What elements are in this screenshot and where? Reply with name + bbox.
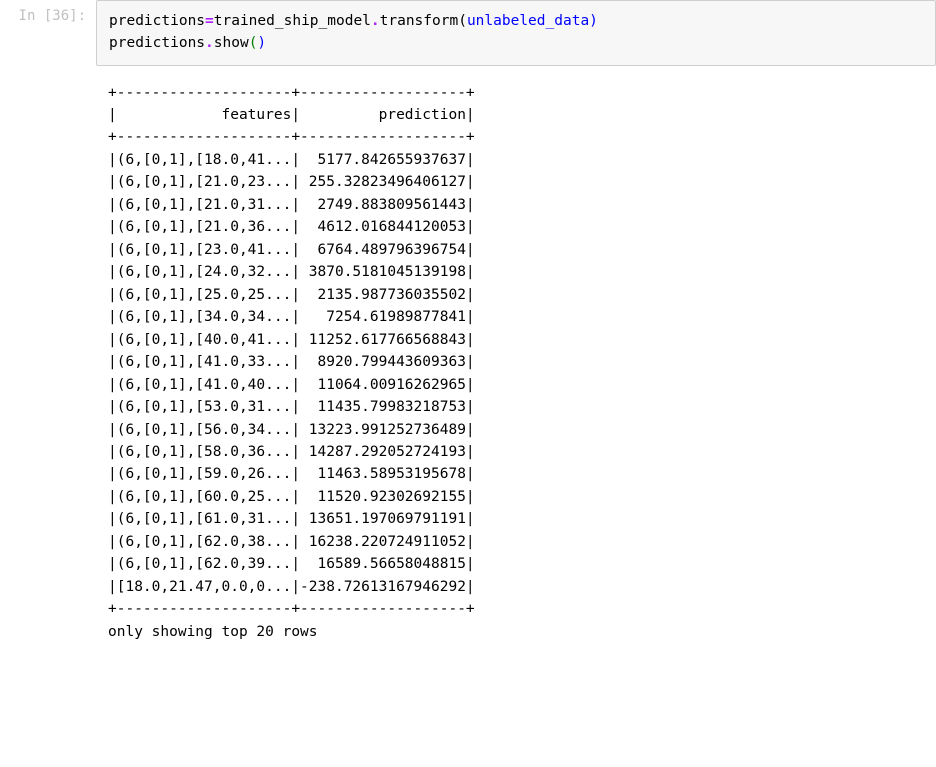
- input-prompt: In [36]:: [0, 0, 96, 24]
- table-row: |(6,[0,1],[21.0,31...| 2749.883809561443…: [108, 197, 475, 213]
- table-row: |(6,[0,1],[62.0,39...| 16589.56658048815…: [108, 556, 475, 572]
- code-token: .: [371, 13, 380, 29]
- table-row: |(6,[0,1],[41.0,33...| 8920.799443609363…: [108, 354, 475, 370]
- table-row: |(6,[0,1],[59.0,26...| 11463.58953195678…: [108, 466, 475, 482]
- code-token: =: [205, 13, 214, 29]
- table-row: |(6,[0,1],[53.0,31...| 11435.79983218753…: [108, 399, 475, 415]
- code-token: trained_ship_model: [214, 13, 371, 29]
- code-token: predictions: [109, 35, 205, 51]
- table-row: |(6,[0,1],[23.0,41...| 6764.489796396754…: [108, 242, 475, 258]
- code-token: show: [214, 35, 249, 51]
- table-row: |(6,[0,1],[41.0,40...| 11064.00916262965…: [108, 377, 475, 393]
- code-input[interactable]: predictions=trained_ship_model.transform…: [96, 0, 936, 66]
- table-row: |(6,[0,1],[40.0,41...| 11252.61776656884…: [108, 332, 475, 348]
- table-border: +--------------------+------------------…: [108, 85, 475, 101]
- code-token: .: [205, 35, 214, 51]
- table-footer: only showing top 20 rows: [108, 624, 318, 640]
- table-row: |[18.0,21.47,0.0,0...|-238.7261316794629…: [108, 579, 475, 595]
- table-row: |(6,[0,1],[56.0,34...| 13223.99125273648…: [108, 422, 475, 438]
- table-border: +--------------------+------------------…: [108, 601, 475, 617]
- table-row: |(6,[0,1],[21.0,36...| 4612.016844120053…: [108, 219, 475, 235]
- code-token: ): [257, 35, 266, 51]
- table-row: |(6,[0,1],[58.0,36...| 14287.29205272419…: [108, 444, 475, 460]
- code-token: unlabeled_data: [467, 13, 589, 29]
- table-row: |(6,[0,1],[18.0,41...| 5177.842655937637…: [108, 152, 475, 168]
- table-row: |(6,[0,1],[34.0,34...| 7254.61989877841|: [108, 309, 475, 325]
- stdout-output: +--------------------+------------------…: [96, 78, 936, 652]
- output-row: +--------------------+------------------…: [0, 66, 936, 652]
- prompt-in-label: In: [19, 8, 44, 24]
- notebook-cell: In [36]: predictions=trained_ship_model.…: [0, 0, 936, 66]
- prompt-exec-count: 36: [52, 8, 69, 24]
- code-token: predictions: [109, 13, 205, 29]
- code-token: ): [589, 13, 598, 29]
- table-row: |(6,[0,1],[60.0,25...| 11520.92302692155…: [108, 489, 475, 505]
- code-token: transform: [380, 13, 459, 29]
- table-header: | features| prediction|: [108, 107, 475, 123]
- code-token: (: [458, 13, 467, 29]
- table-row: |(6,[0,1],[21.0,23...| 255.3282349640612…: [108, 174, 475, 190]
- prompt-close-bracket: ]:: [69, 8, 86, 24]
- table-row: |(6,[0,1],[25.0,25...| 2135.987736035502…: [108, 287, 475, 303]
- table-row: |(6,[0,1],[61.0,31...| 13651.19706979119…: [108, 511, 475, 527]
- table-row: |(6,[0,1],[62.0,38...| 16238.22072491105…: [108, 534, 475, 550]
- table-border: +--------------------+------------------…: [108, 129, 475, 145]
- table-row: |(6,[0,1],[24.0,32...| 3870.518104513919…: [108, 264, 475, 280]
